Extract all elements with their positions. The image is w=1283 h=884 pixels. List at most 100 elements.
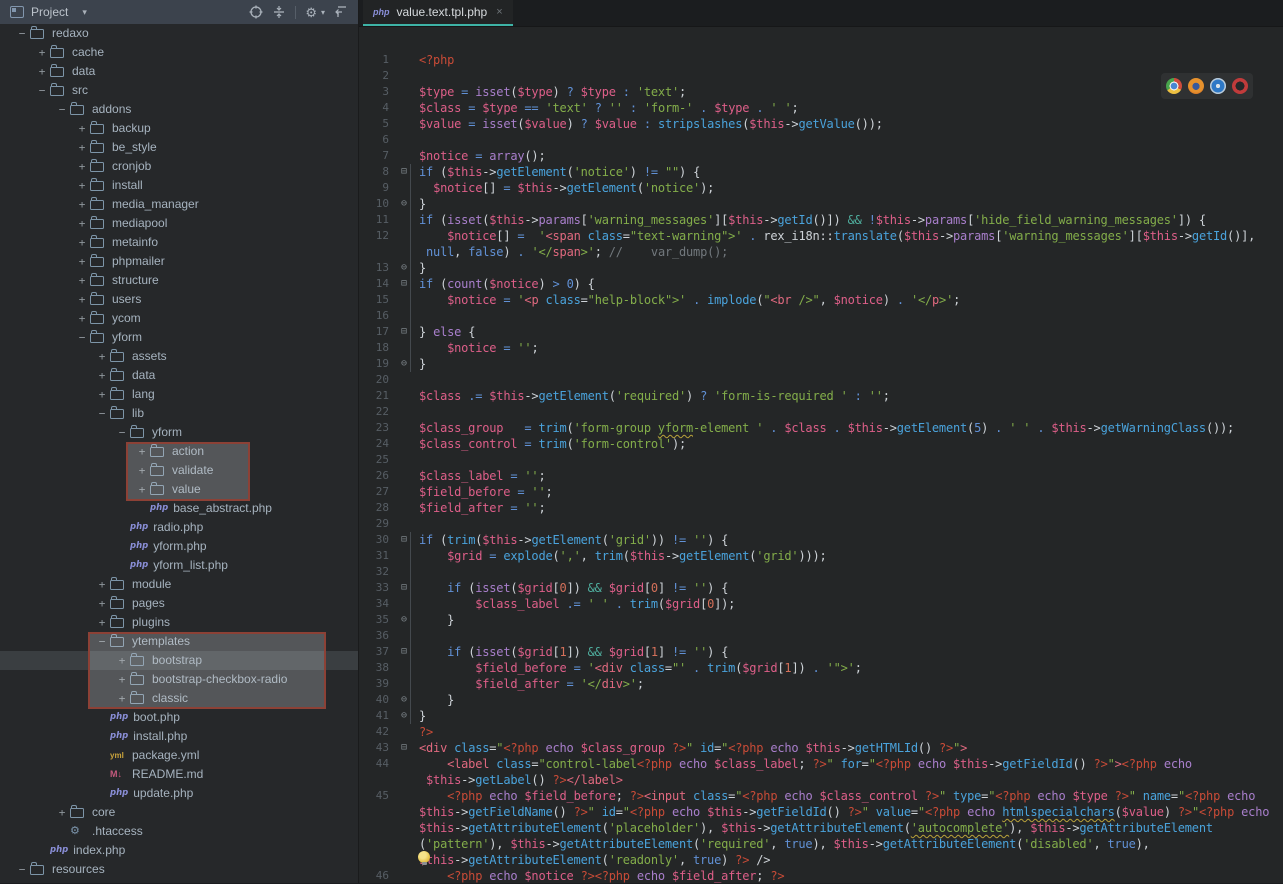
fold-marker-icon[interactable]: ⊟ [389, 644, 419, 660]
hide-panel-icon[interactable] [334, 5, 348, 19]
tree-item-lang[interactable]: +lang [0, 385, 358, 404]
expand-icon[interactable]: + [94, 347, 110, 366]
tree-item-yform-php[interactable]: phpyform.php [0, 537, 358, 556]
code-line: 38 $field_before = '<div class="' . trim… [359, 660, 1283, 676]
fold-marker-icon[interactable]: ⊖ [389, 196, 419, 212]
collapse-all-icon[interactable] [272, 5, 286, 19]
tree-item-update-php[interactable]: phpupdate.php [0, 784, 358, 803]
collapse-icon[interactable]: − [114, 423, 130, 442]
fold-marker-icon[interactable]: ⊖ [389, 260, 419, 276]
fold-marker-icon[interactable]: ⊖ [389, 708, 419, 724]
fold-marker-icon[interactable]: ⊖ [389, 692, 419, 708]
tree-item-structure[interactable]: +structure [0, 271, 358, 290]
tree-item-phpmailer[interactable]: +phpmailer [0, 252, 358, 271]
tree-item-redaxo[interactable]: −redaxo [0, 24, 358, 43]
expand-icon[interactable]: + [94, 366, 110, 385]
tree-item-plugins[interactable]: +plugins [0, 613, 358, 632]
expand-icon[interactable]: + [74, 157, 90, 176]
tree-item-core[interactable]: +core [0, 803, 358, 822]
tree-item-assets[interactable]: +assets [0, 347, 358, 366]
fold-marker-icon[interactable]: ⊖ [389, 356, 419, 372]
safari-browser-icon[interactable] [1210, 78, 1226, 94]
tree-item-lib[interactable]: −lib [0, 404, 358, 423]
tree-item-resources[interactable]: −resources [0, 860, 358, 879]
tree-item-label: boot.php [133, 708, 180, 727]
tree-item-backup[interactable]: +backup [0, 119, 358, 138]
tree-item-package-yml[interactable]: ymlpackage.yml [0, 746, 358, 765]
expand-icon[interactable]: + [74, 138, 90, 157]
fold-marker-icon[interactable]: ⊟ [389, 740, 419, 756]
tree-item-cache[interactable]: +cache [0, 43, 358, 62]
tree-item-cronjob[interactable]: +cronjob [0, 157, 358, 176]
project-panel-title[interactable]: Project [31, 5, 68, 19]
tree-item--htaccess[interactable]: ⚙.htaccess [0, 822, 358, 841]
tree-item-index-php[interactable]: phpindex.php [0, 841, 358, 860]
expand-icon[interactable]: + [94, 594, 110, 613]
expand-icon[interactable]: + [94, 385, 110, 404]
tree-item-yform[interactable]: −yform [0, 423, 358, 442]
collapse-icon[interactable]: − [74, 328, 90, 347]
expand-icon[interactable]: + [54, 803, 70, 822]
tree-item-label: be_style [112, 138, 157, 157]
tree-item-base-abstract-php[interactable]: phpbase_abstract.php [0, 499, 358, 518]
fold-marker-icon[interactable]: ⊟ [389, 276, 419, 292]
tree-item-be-style[interactable]: + be_style [0, 138, 358, 157]
fold-gutter [389, 756, 419, 772]
expand-icon[interactable]: + [74, 119, 90, 138]
fold-marker-icon[interactable]: ⊟ [389, 324, 419, 340]
fold-marker-icon[interactable]: ⊟ [389, 164, 419, 180]
tree-item-ycom[interactable]: +ycom [0, 309, 358, 328]
tree-item-pages[interactable]: +pages [0, 594, 358, 613]
collapse-icon[interactable]: − [14, 860, 30, 879]
tree-item-data[interactable]: +data [0, 62, 358, 81]
tree-item-readme-md[interactable]: M↓README.md [0, 765, 358, 784]
expand-icon[interactable]: + [74, 309, 90, 328]
code-text: if (isset($grid[1]) && $grid[1] != '') { [419, 644, 728, 660]
code-text: ('pattern'), $this->getAttributeElement(… [419, 836, 1150, 852]
expand-icon[interactable]: + [74, 233, 90, 252]
tree-item-yform[interactable]: −yform [0, 328, 358, 347]
chrome-browser-icon[interactable] [1166, 78, 1182, 94]
code-text: } [419, 196, 426, 212]
collapse-icon[interactable]: − [94, 404, 110, 423]
settings-gear-icon[interactable]: ⚙ [305, 6, 317, 19]
intention-bulb-icon[interactable] [418, 851, 430, 863]
close-icon[interactable]: × [496, 6, 502, 18]
tree-item-mediapool[interactable]: +mediapool [0, 214, 358, 233]
tree-item-install[interactable]: +install [0, 176, 358, 195]
expand-icon[interactable]: + [34, 62, 50, 81]
collapse-icon[interactable]: − [34, 81, 50, 100]
tree-item-radio-php[interactable]: phpradio.php [0, 518, 358, 537]
locate-icon[interactable] [249, 5, 263, 19]
expand-icon[interactable]: + [74, 195, 90, 214]
expand-icon[interactable]: + [74, 176, 90, 195]
tree-item-media-manager[interactable]: +media_manager [0, 195, 358, 214]
expand-icon[interactable]: + [74, 214, 90, 233]
opera-browser-icon[interactable] [1232, 78, 1248, 94]
tree-item-module[interactable]: +module [0, 575, 358, 594]
tree-item-boot-php[interactable]: phpboot.php [0, 708, 358, 727]
expand-icon[interactable]: + [94, 575, 110, 594]
firefox-browser-icon[interactable] [1188, 78, 1204, 94]
expand-icon[interactable]: + [94, 613, 110, 632]
fold-marker-icon[interactable]: ⊖ [389, 612, 419, 628]
collapse-icon[interactable]: − [54, 100, 70, 119]
fold-marker-icon[interactable]: ⊟ [389, 580, 419, 596]
code-text: <?php echo $notice ?><?php echo $field_a… [419, 868, 784, 884]
tree-item-addons[interactable]: −addons [0, 100, 358, 119]
expand-icon[interactable]: + [74, 290, 90, 309]
expand-icon[interactable]: + [74, 271, 90, 290]
tree-item-install-php[interactable]: phpinstall.php [0, 727, 358, 746]
expand-icon[interactable]: + [74, 252, 90, 271]
collapse-icon[interactable]: − [14, 24, 30, 43]
tree-item-src[interactable]: −src [0, 81, 358, 100]
tree-item-yform-list-php[interactable]: phpyform_list.php [0, 556, 358, 575]
tree-item-data[interactable]: +data [0, 366, 358, 385]
project-panel: Project ▾ ⚙▾ −redaxo+cache+data−src−addo… [0, 0, 359, 883]
tree-item-metainfo[interactable]: +metainfo [0, 233, 358, 252]
tree-item-users[interactable]: +users [0, 290, 358, 309]
fold-marker-icon[interactable]: ⊟ [389, 532, 419, 548]
expand-icon[interactable]: + [34, 43, 50, 62]
chevron-down-icon[interactable]: ▾ [82, 7, 87, 18]
tab-value-text-tpl-php[interactable]: php value.text.tpl.php × [363, 0, 513, 26]
